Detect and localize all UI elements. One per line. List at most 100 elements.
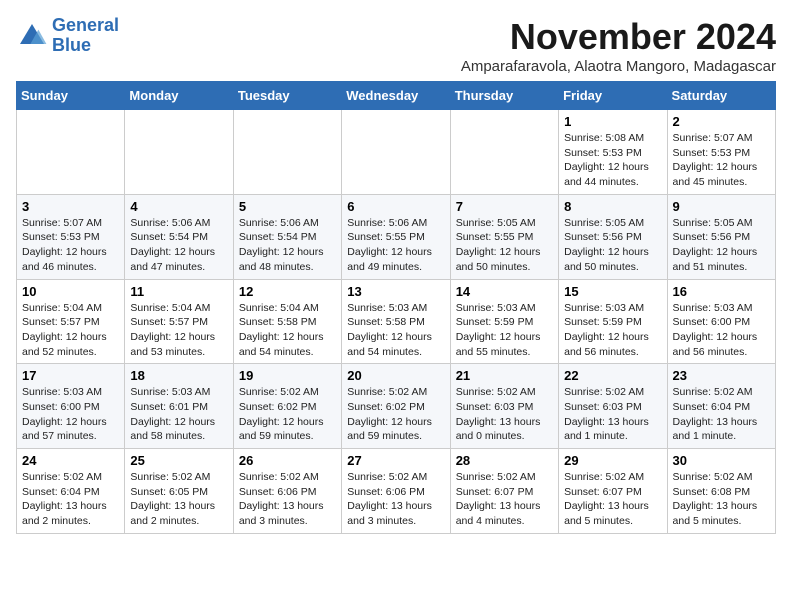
week-row-1: 1Sunrise: 5:08 AM Sunset: 5:53 PM Daylig…: [17, 110, 776, 195]
calendar-cell: [450, 110, 558, 195]
calendar-cell: 30 Sunrise: 5:02 AM Sunset: 6:08 PM Dayli…: [667, 449, 775, 534]
calendar-cell: 3 Sunrise: 5:07 AM Sunset: 5:53 PM Daylig…: [17, 194, 125, 279]
calendar-cell: 29 Sunrise: 5:02 AM Sunset: 6:07 PM Dayli…: [559, 449, 667, 534]
day-content: Sunrise: 5:02 AM Sunset: 6:02 PM Dayligh…: [239, 385, 336, 444]
calendar-cell: 19 Sunrise: 5:02 AM Sunset: 6:02 PM Dayli…: [233, 364, 341, 449]
calendar-cell: 6 Sunrise: 5:06 AM Sunset: 5:55 PM Daylig…: [342, 194, 450, 279]
day-number: 7: [456, 199, 553, 214]
day-number: 27: [347, 453, 444, 468]
day-content: Sunrise: 5:07 AM Sunset: 5:53 PM Dayligh…: [673, 131, 770, 190]
day-number: 3: [22, 199, 119, 214]
month-title: November 2024: [461, 16, 776, 58]
weekday-header-tuesday: Tuesday: [233, 82, 341, 110]
day-number: 20: [347, 368, 444, 383]
week-row-4: 17 Sunrise: 5:03 AM Sunset: 6:00 PM Dayli…: [17, 364, 776, 449]
day-number: 16: [673, 284, 770, 299]
day-content: Sunrise: 5:03 AM Sunset: 6:00 PM Dayligh…: [673, 301, 770, 360]
day-number: 24: [22, 453, 119, 468]
day-number: 2: [673, 114, 770, 129]
calendar-cell: 24 Sunrise: 5:02 AM Sunset: 6:04 PM Dayli…: [17, 449, 125, 534]
calendar-cell: 2 Sunrise: 5:07 AM Sunset: 5:53 PM Daylig…: [667, 110, 775, 195]
calendar-cell: 14Sunrise: 5:03 AM Sunset: 5:59 PM Dayli…: [450, 279, 558, 364]
day-content: Sunrise: 5:02 AM Sunset: 6:05 PM Dayligh…: [130, 470, 227, 529]
calendar-cell: 27 Sunrise: 5:02 AM Sunset: 6:06 PM Dayli…: [342, 449, 450, 534]
day-number: 5: [239, 199, 336, 214]
day-number: 23: [673, 368, 770, 383]
title-area: November 2024 Amparafaravola, Alaotra Ma…: [461, 16, 776, 75]
day-number: 22: [564, 368, 661, 383]
calendar-cell: 20Sunrise: 5:02 AM Sunset: 6:02 PM Dayli…: [342, 364, 450, 449]
day-number: 25: [130, 453, 227, 468]
calendar-cell: 18 Sunrise: 5:03 AM Sunset: 6:01 PM Dayli…: [125, 364, 233, 449]
day-number: 6: [347, 199, 444, 214]
day-number: 4: [130, 199, 227, 214]
calendar-cell: 15 Sunrise: 5:03 AM Sunset: 5:59 PM Dayli…: [559, 279, 667, 364]
day-content: Sunrise: 5:06 AM Sunset: 5:55 PM Dayligh…: [347, 216, 444, 275]
weekday-header-row: SundayMondayTuesdayWednesdayThursdayFrid…: [17, 82, 776, 110]
day-number: 21: [456, 368, 553, 383]
week-row-2: 3 Sunrise: 5:07 AM Sunset: 5:53 PM Daylig…: [17, 194, 776, 279]
calendar-cell: 4 Sunrise: 5:06 AM Sunset: 5:54 PM Daylig…: [125, 194, 233, 279]
weekday-header-wednesday: Wednesday: [342, 82, 450, 110]
location: Amparafaravola, Alaotra Mangoro, Madagas…: [461, 58, 776, 75]
day-content: Sunrise: 5:03 AM Sunset: 6:00 PM Dayligh…: [22, 385, 119, 444]
day-content: Sunrise: 5:05 AM Sunset: 5:55 PM Dayligh…: [456, 216, 553, 275]
day-number: 17: [22, 368, 119, 383]
day-number: 12: [239, 284, 336, 299]
weekday-header-thursday: Thursday: [450, 82, 558, 110]
weekday-header-friday: Friday: [559, 82, 667, 110]
calendar-cell: 17 Sunrise: 5:03 AM Sunset: 6:00 PM Dayli…: [17, 364, 125, 449]
week-row-5: 24 Sunrise: 5:02 AM Sunset: 6:04 PM Dayli…: [17, 449, 776, 534]
weekday-header-monday: Monday: [125, 82, 233, 110]
calendar-cell: [17, 110, 125, 195]
day-number: 11: [130, 284, 227, 299]
day-number: 30: [673, 453, 770, 468]
calendar-cell: 12 Sunrise: 5:04 AM Sunset: 5:58 PM Dayli…: [233, 279, 341, 364]
day-number: 26: [239, 453, 336, 468]
calendar-cell: 25 Sunrise: 5:02 AM Sunset: 6:05 PM Dayli…: [125, 449, 233, 534]
day-content: Sunrise: 5:05 AM Sunset: 5:56 PM Dayligh…: [564, 216, 661, 275]
day-content: Sunrise: 5:06 AM Sunset: 5:54 PM Dayligh…: [130, 216, 227, 275]
calendar-cell: 9Sunrise: 5:05 AM Sunset: 5:56 PM Daylig…: [667, 194, 775, 279]
calendar-cell: 8Sunrise: 5:05 AM Sunset: 5:56 PM Daylig…: [559, 194, 667, 279]
weekday-header-saturday: Saturday: [667, 82, 775, 110]
day-content: Sunrise: 5:03 AM Sunset: 5:58 PM Dayligh…: [347, 301, 444, 360]
day-number: 10: [22, 284, 119, 299]
day-content: Sunrise: 5:02 AM Sunset: 6:07 PM Dayligh…: [456, 470, 553, 529]
day-number: 29: [564, 453, 661, 468]
day-content: Sunrise: 5:02 AM Sunset: 6:06 PM Dayligh…: [239, 470, 336, 529]
day-number: 19: [239, 368, 336, 383]
logo-icon: [16, 20, 48, 52]
day-content: Sunrise: 5:07 AM Sunset: 5:53 PM Dayligh…: [22, 216, 119, 275]
logo-line1: General: [52, 15, 119, 35]
day-content: Sunrise: 5:03 AM Sunset: 6:01 PM Dayligh…: [130, 385, 227, 444]
day-content: Sunrise: 5:02 AM Sunset: 6:08 PM Dayligh…: [673, 470, 770, 529]
day-content: Sunrise: 5:04 AM Sunset: 5:57 PM Dayligh…: [22, 301, 119, 360]
day-number: 14: [456, 284, 553, 299]
calendar-cell: 28 Sunrise: 5:02 AM Sunset: 6:07 PM Dayli…: [450, 449, 558, 534]
day-content: Sunrise: 5:05 AM Sunset: 5:56 PM Dayligh…: [673, 216, 770, 275]
day-content: Sunrise: 5:03 AM Sunset: 5:59 PM Dayligh…: [564, 301, 661, 360]
day-content: Sunrise: 5:02 AM Sunset: 6:03 PM Dayligh…: [564, 385, 661, 444]
calendar-cell: [233, 110, 341, 195]
calendar-cell: 26 Sunrise: 5:02 AM Sunset: 6:06 PM Dayli…: [233, 449, 341, 534]
calendar-cell: 11Sunrise: 5:04 AM Sunset: 5:57 PM Dayli…: [125, 279, 233, 364]
day-content: Sunrise: 5:02 AM Sunset: 6:07 PM Dayligh…: [564, 470, 661, 529]
day-content: Sunrise: 5:02 AM Sunset: 6:03 PM Dayligh…: [456, 385, 553, 444]
page-header: General Blue November 2024 Amparafaravol…: [16, 16, 776, 75]
calendar-cell: [342, 110, 450, 195]
calendar-cell: 23 Sunrise: 5:02 AM Sunset: 6:04 PM Dayli…: [667, 364, 775, 449]
day-content: Sunrise: 5:02 AM Sunset: 6:04 PM Dayligh…: [22, 470, 119, 529]
day-number: 18: [130, 368, 227, 383]
day-content: Sunrise: 5:04 AM Sunset: 5:58 PM Dayligh…: [239, 301, 336, 360]
day-number: 28: [456, 453, 553, 468]
calendar-cell: 22 Sunrise: 5:02 AM Sunset: 6:03 PM Dayli…: [559, 364, 667, 449]
day-content: Sunrise: 5:08 AM Sunset: 5:53 PM Dayligh…: [564, 131, 661, 190]
calendar-cell: 5 Sunrise: 5:06 AM Sunset: 5:54 PM Daylig…: [233, 194, 341, 279]
day-number: 15: [564, 284, 661, 299]
day-content: Sunrise: 5:02 AM Sunset: 6:04 PM Dayligh…: [673, 385, 770, 444]
day-content: Sunrise: 5:06 AM Sunset: 5:54 PM Dayligh…: [239, 216, 336, 275]
logo: General Blue: [16, 16, 119, 56]
day-content: Sunrise: 5:02 AM Sunset: 6:06 PM Dayligh…: [347, 470, 444, 529]
calendar-cell: 21 Sunrise: 5:02 AM Sunset: 6:03 PM Dayli…: [450, 364, 558, 449]
